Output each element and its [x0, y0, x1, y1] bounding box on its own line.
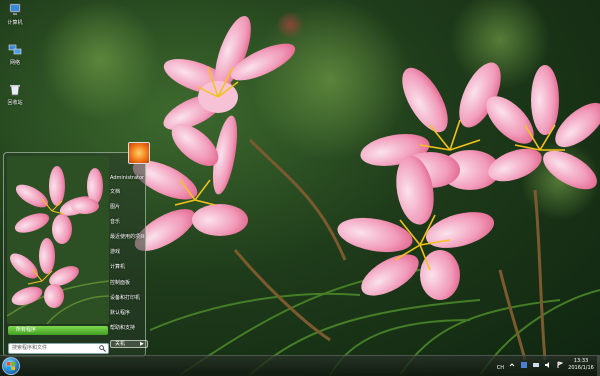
start-search-input[interactable]: 搜索程序和文件 — [8, 343, 109, 354]
start-item-recent[interactable]: 最近使用的项目 — [110, 233, 145, 240]
shutdown-label: 关机 — [115, 341, 126, 347]
desktop-icon-label: 网络 — [9, 60, 20, 66]
taskbar-clock[interactable]: 13:33 2016/1/16 — [566, 358, 596, 372]
start-item-devices-printers[interactable]: 设备和打印机 — [110, 294, 140, 301]
start-item-computer[interactable]: 计算机 — [110, 263, 125, 270]
all-programs-button[interactable]: 所有程序 — [8, 326, 108, 335]
ime-icon[interactable] — [520, 361, 528, 369]
taskbar: CH 13:33 2016/1/16 — [0, 355, 600, 376]
action-center-flag-icon[interactable] — [556, 361, 564, 369]
start-button[interactable] — [2, 357, 20, 375]
pinned-programs-area — [7, 156, 109, 324]
start-item-games[interactable]: 游戏 — [110, 248, 120, 255]
network-icon — [8, 44, 22, 55]
network-status-icon[interactable] — [532, 361, 540, 369]
computer-icon — [9, 3, 21, 15]
search-placeholder: 搜索程序和文件 — [12, 345, 48, 351]
start-item-default-programs[interactable]: 默认程序 — [110, 309, 130, 316]
search-icon[interactable] — [99, 345, 106, 352]
start-item-pictures[interactable]: 图片 — [110, 203, 120, 210]
input-language-indicator[interactable]: CH — [496, 364, 504, 372]
clock-date: 2016/1/16 — [568, 365, 594, 371]
start-item-help-support[interactable]: 帮助和支持 — [110, 324, 135, 331]
start-item-username[interactable]: Administrator — [110, 175, 144, 181]
desktop-icon-computer[interactable]: 计算机 — [2, 3, 28, 26]
volume-icon[interactable] — [544, 361, 552, 369]
system-tray: CH — [496, 361, 566, 371]
desktop-icon-label: 回收站 — [7, 100, 23, 106]
windows-logo-icon — [7, 362, 15, 370]
shutdown-options-arrow-icon[interactable]: ▶ — [140, 341, 146, 347]
shutdown-button[interactable]: 关机 ▶ — [110, 340, 148, 348]
desktop-icon-network[interactable]: 网络 — [2, 43, 28, 66]
recycle-bin-icon — [10, 85, 20, 96]
start-item-music[interactable]: 音乐 — [110, 218, 120, 225]
tray-expand-icon[interactable] — [508, 361, 516, 369]
clock-time: 13:33 — [573, 358, 589, 364]
start-item-documents[interactable]: 文档 — [110, 188, 120, 195]
desktop-icon-label: 计算机 — [7, 20, 23, 26]
user-avatar[interactable] — [128, 142, 150, 164]
desktop-icon-recycle-bin[interactable]: 回收站 — [2, 83, 28, 106]
start-item-control-panel[interactable]: 控制面板 — [110, 279, 130, 286]
all-programs-label: 所有程序 — [16, 327, 37, 333]
start-menu-programs-pane: 所有程序 搜索程序和文件 — [7, 156, 109, 354]
flower-thumbnail — [7, 156, 109, 324]
